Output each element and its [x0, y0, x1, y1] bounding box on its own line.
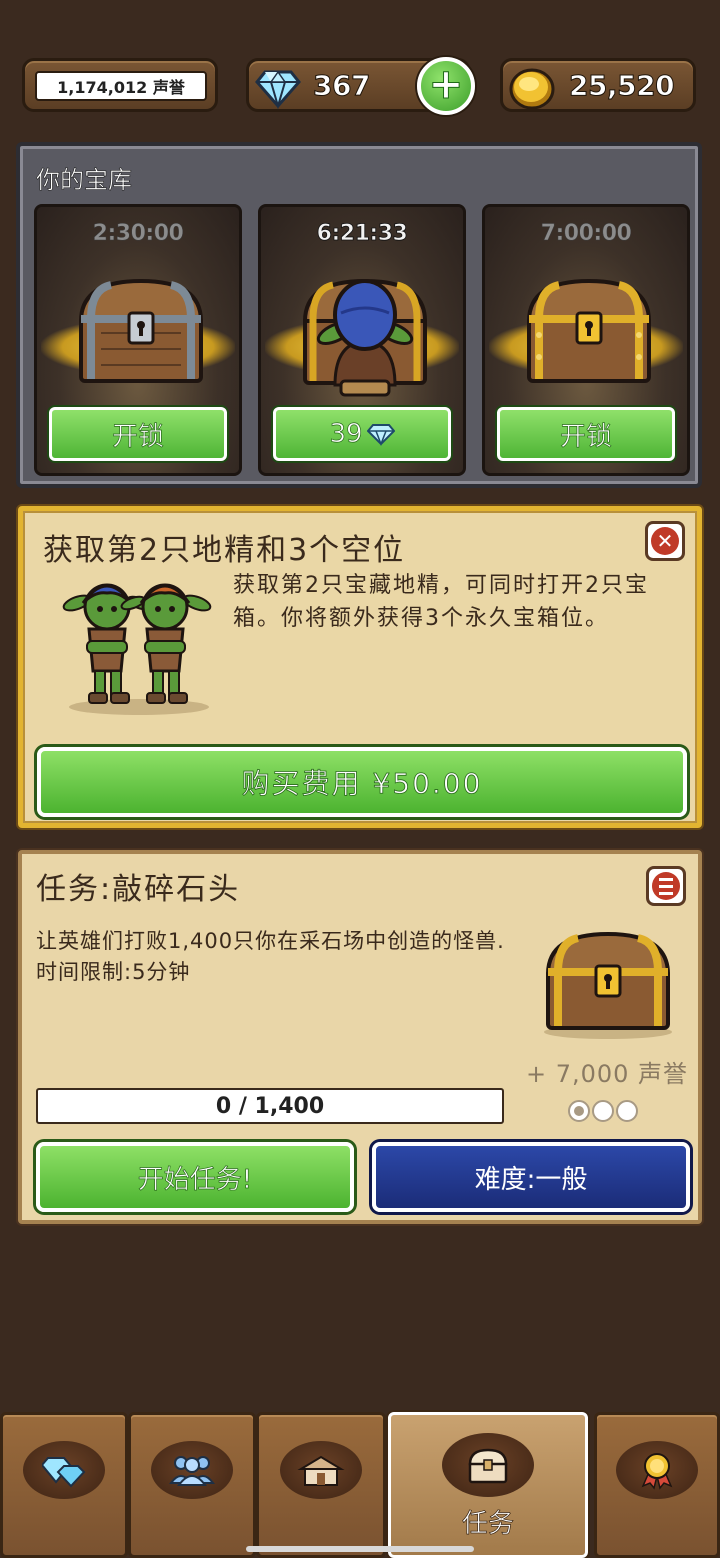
slot-timer: 2:30:00 — [92, 221, 184, 247]
quest-panel: 任务:敲碎石头 让英雄们打败1,400只你在采石场中创造的怪兽.时间限制:5分钟… — [18, 850, 702, 1224]
iron-chest-icon — [78, 278, 204, 383]
quest-progress-bar: 0 / 1,400 — [36, 1088, 504, 1124]
offer-title: 获取第2只地精和3个空位 — [43, 533, 406, 568]
bottom-nav: 任务 — [0, 1408, 720, 1558]
speed-up-gems-button[interactable]: 39 — [273, 407, 451, 461]
gems-icon — [42, 1457, 86, 1488]
unlock-button[interactable]: 开锁 — [497, 407, 675, 461]
start-quest-button[interactable]: 开始任务! — [36, 1142, 354, 1212]
diamond-icon — [255, 70, 301, 110]
vault-slot-1[interactable]: 2:30:00 开锁 — [34, 204, 242, 476]
gold-chest-icon — [526, 278, 652, 383]
gem-counter: 367 + — [246, 57, 475, 115]
plus-icon: + — [428, 59, 464, 108]
home-indicator[interactable] — [246, 1546, 474, 1552]
slot-timer: 6:21:33 — [316, 221, 408, 247]
difficulty-button[interactable]: 难度:一般 — [372, 1142, 690, 1212]
quest-title: 任务:敲碎石头 — [36, 872, 241, 907]
goblin-opening-chest-icon — [302, 278, 428, 397]
buy-gems-button[interactable]: + — [417, 57, 475, 115]
achievement-medal-icon — [641, 1453, 673, 1490]
buy-offer-button[interactable]: 购买费用 ¥50.00 — [37, 747, 687, 817]
buildings-icon — [297, 1455, 345, 1486]
resource-bar: 1,174,012 声誉 367 + 25,520 — [0, 57, 720, 115]
quest-chest-icon — [468, 1448, 508, 1484]
difficulty-dot — [592, 1100, 614, 1122]
reputation-value: 1,174,012 声誉 — [35, 71, 207, 101]
gold-count: 25,520 — [568, 69, 675, 103]
close-icon: ✕ — [651, 527, 679, 555]
tab-achievements[interactable] — [594, 1412, 720, 1558]
tab-buildings[interactable] — [256, 1412, 386, 1558]
quest-reward: + 7,000 声誉 — [525, 1060, 689, 1088]
diamond-icon — [366, 424, 395, 446]
close-offer-button[interactable]: ✕ — [645, 521, 685, 561]
goblin-offer-panel: 获取第2只地精和3个空位 ✕ 获取第2只宝藏地精，可同时打开2只宝箱。你将额外获… — [18, 506, 702, 828]
difficulty-dot — [568, 1100, 590, 1122]
menu-icon — [652, 872, 680, 900]
reputation-counter: 1,174,012 声誉 — [22, 58, 218, 112]
gold-counter: 25,520 — [500, 58, 696, 112]
vault-slot-3[interactable]: 7:00:00 开锁 — [482, 204, 690, 476]
gem-count: 367 — [313, 69, 371, 103]
difficulty-dot — [616, 1100, 638, 1122]
unlock-button[interactable]: 开锁 — [49, 407, 227, 461]
vault-title: 你的宝库 — [36, 166, 133, 195]
quest-menu-button[interactable] — [646, 866, 686, 906]
vault-slot-2[interactable]: 6:21:33 39 — [258, 204, 466, 476]
tab-heroes[interactable] — [128, 1412, 256, 1558]
progress-text: 0 / 1,400 — [215, 1094, 325, 1119]
gold-coin-icon — [509, 68, 555, 110]
heroes-icon — [169, 1456, 215, 1486]
difficulty-dots — [568, 1100, 638, 1122]
tab-quests[interactable]: 任务 — [388, 1412, 588, 1558]
vault-panel: 你的宝库 2:30:00 开锁 6:21:33 39 7:00:00 开锁 — [16, 142, 702, 488]
quest-description: 让英雄们打败1,400只你在采石场中创造的怪兽.时间限制:5分钟 — [36, 929, 505, 984]
offer-description: 获取第2只宝藏地精，可同时打开2只宝箱。你将额外获得3个永久宝箱位。 — [233, 573, 649, 631]
tab-gems[interactable] — [0, 1412, 128, 1558]
two-goblins-icon — [62, 583, 212, 715]
tab-quests-label: 任务 — [461, 1509, 515, 1540]
slot-timer: 7:00:00 — [540, 221, 632, 247]
reward-chest-icon — [544, 931, 672, 1039]
